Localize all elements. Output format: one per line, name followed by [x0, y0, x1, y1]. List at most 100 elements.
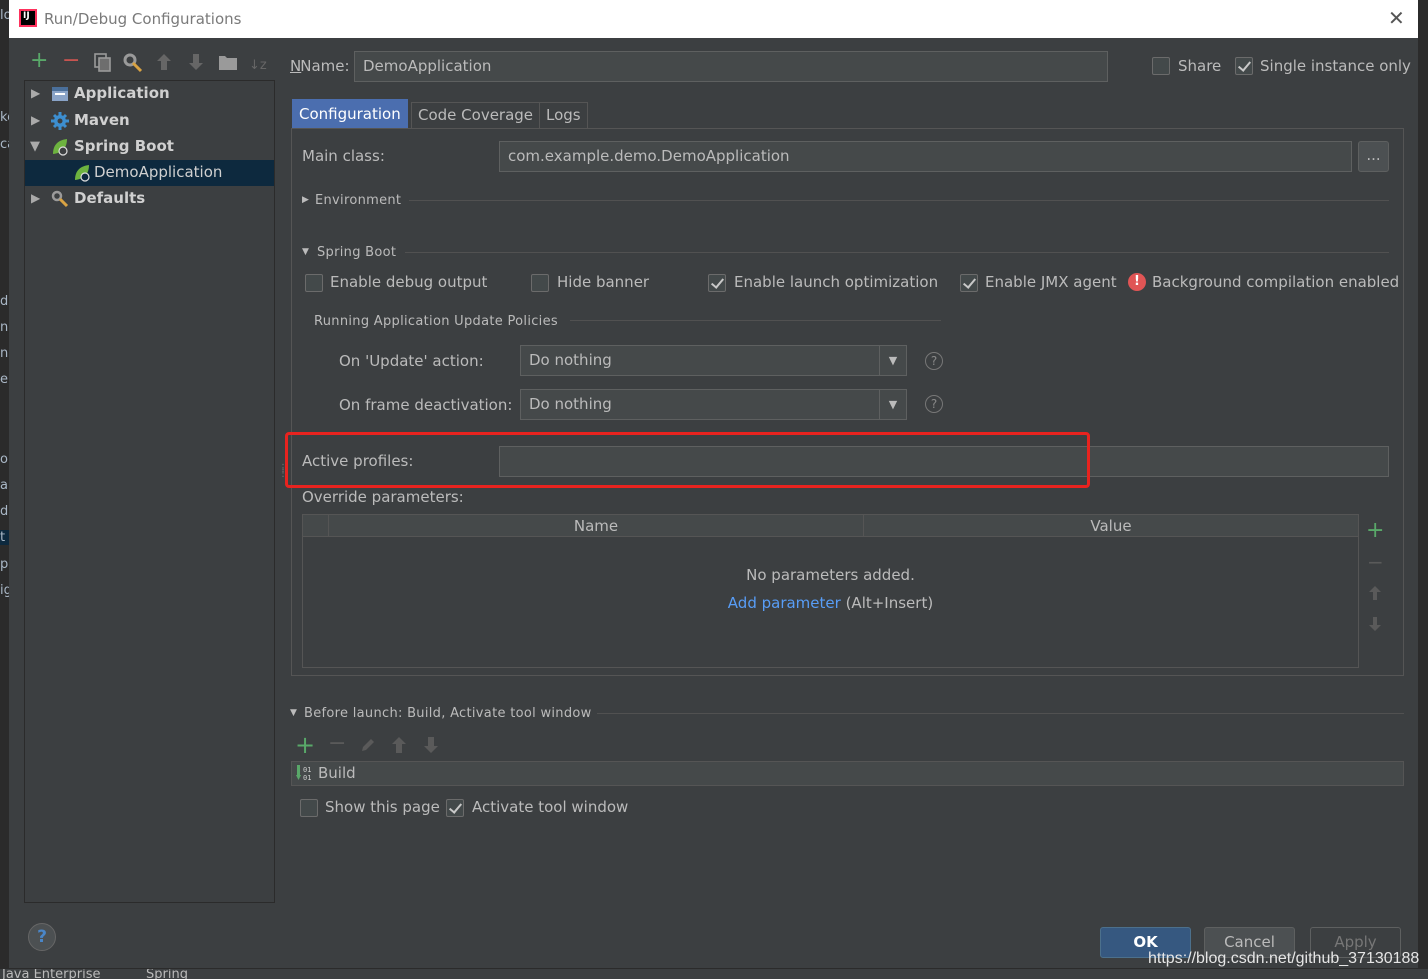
before-launch-list: 01 01 Build	[291, 761, 1404, 786]
svg-text:01: 01	[303, 766, 311, 774]
bg-text-fragment: di	[0, 504, 9, 519]
share-label: Share	[1178, 57, 1222, 75]
update-action-value: Do nothing	[529, 351, 612, 369]
main-class-label: Main class:	[302, 147, 385, 165]
share-checkbox[interactable]	[1152, 57, 1170, 75]
activate-tool-window-checkbox[interactable]	[446, 799, 464, 817]
sort-icon[interactable]: ↓z	[249, 56, 267, 76]
remove-icon[interactable]: −	[328, 731, 346, 756]
show-this-page-checkbox[interactable]	[300, 799, 318, 817]
move-down-icon[interactable]	[188, 53, 204, 76]
copy-icon[interactable]	[94, 53, 112, 78]
tree-item-label: Application	[74, 84, 170, 102]
folder-icon[interactable]	[218, 53, 238, 76]
expand-arrow-icon[interactable]: ▶	[31, 113, 40, 127]
collapse-arrow-icon[interactable]: ▼	[290, 708, 297, 718]
spring-boot-section-label[interactable]: Spring Boot	[317, 245, 396, 260]
tree-item-defaults[interactable]: ▶ Defaults	[25, 186, 274, 212]
separator	[409, 200, 1389, 201]
bg-text-fragment: ca	[0, 137, 9, 152]
chevron-down-icon[interactable]: ▼	[879, 346, 906, 375]
activate-tool-window-label: Activate tool window	[472, 798, 629, 816]
tab-logs[interactable]: Logs	[539, 102, 588, 128]
taskbar-item[interactable]: Spring	[146, 969, 188, 979]
close-icon[interactable]: ✕	[1388, 6, 1405, 30]
add-icon[interactable]: +	[30, 50, 48, 72]
ide-bottom-bar: Java Enterprise Spring	[0, 968, 1428, 979]
enable-launch-optimization-label: Enable launch optimization	[734, 273, 939, 291]
hide-banner-checkbox[interactable]	[531, 274, 549, 292]
override-parameters-table: Name Value No parameters added. Add para…	[302, 514, 1359, 668]
update-policies-section-label: Running Application Update Policies	[314, 314, 558, 329]
add-icon[interactable]: +	[1366, 518, 1384, 543]
name-input[interactable]: DemoApplication	[354, 51, 1108, 82]
bg-text-fragment: n	[0, 320, 9, 335]
tab-configuration[interactable]: Configuration	[292, 99, 408, 128]
help-button[interactable]: ?	[28, 923, 56, 951]
tree-item-spring-boot[interactable]: ▼ Spring Boot	[25, 134, 274, 160]
enable-debug-output-label: Enable debug output	[330, 273, 488, 291]
expand-arrow-icon[interactable]: ▶	[31, 86, 40, 100]
frame-deactivation-dropdown[interactable]: Do nothing ▼	[520, 389, 907, 420]
expand-arrow-icon[interactable]: ▶	[302, 195, 309, 205]
bg-text-fragment: op	[0, 452, 9, 467]
tree-item-label: DemoApplication	[94, 163, 223, 181]
enable-debug-output-checkbox[interactable]	[305, 274, 323, 292]
update-action-dropdown[interactable]: Do nothing ▼	[520, 345, 907, 376]
enable-jmx-agent-checkbox[interactable]	[960, 274, 978, 292]
tree-item-demoapplication[interactable]: DemoApplication	[25, 160, 274, 186]
name-label-text: Name:	[300, 57, 350, 75]
tree-item-label: Spring Boot	[74, 137, 174, 155]
move-up-icon[interactable]	[1368, 585, 1382, 605]
list-item-build[interactable]: Build	[318, 764, 356, 782]
tree-item-maven[interactable]: ▶ Maven	[25, 108, 274, 134]
tree-item-label: Maven	[74, 111, 130, 129]
move-up-icon[interactable]	[156, 53, 172, 76]
collapse-arrow-icon[interactable]: ▼	[302, 247, 309, 257]
bg-text-fragment: t	[0, 530, 9, 545]
application-icon	[51, 85, 69, 103]
remove-icon[interactable]: −	[1367, 550, 1384, 574]
remove-icon[interactable]: −	[62, 50, 80, 72]
defaults-wrench-icon	[51, 190, 69, 208]
error-icon: !	[1128, 273, 1146, 291]
main-class-input[interactable]: com.example.demo.DemoApplication	[499, 141, 1352, 172]
add-icon[interactable]: +	[295, 731, 315, 759]
before-launch-section-label[interactable]: Before launch: Build, Activate tool wind…	[304, 706, 592, 721]
bg-text-fragment: n	[0, 346, 9, 361]
tab-code-coverage[interactable]: Code Coverage	[411, 102, 541, 128]
help-icon[interactable]: ?	[925, 352, 943, 370]
enable-jmx-agent-label: Enable JMX agent	[985, 273, 1117, 291]
column-header-name[interactable]: Name	[329, 517, 863, 535]
move-down-icon[interactable]	[1368, 616, 1382, 636]
bg-text-fragment: e	[0, 372, 8, 387]
taskbar-item[interactable]: Java Enterprise	[2, 969, 100, 979]
add-parameter-hint: Add parameter (Alt+Insert)	[303, 594, 1358, 612]
separator	[405, 252, 1389, 253]
help-icon[interactable]: ?	[925, 395, 943, 413]
name-label: NName:	[290, 57, 350, 75]
override-parameters-label: Override parameters:	[302, 488, 464, 506]
column-header-value[interactable]: Value	[864, 517, 1358, 535]
tree-item-application[interactable]: ▶ Application	[25, 81, 274, 107]
single-instance-checkbox[interactable]	[1235, 57, 1253, 75]
move-up-icon[interactable]	[391, 736, 407, 758]
frame-deactivation-value: Do nothing	[529, 395, 612, 413]
chevron-down-icon[interactable]: ▼	[879, 390, 906, 419]
collapse-arrow-icon[interactable]: ▼	[30, 139, 40, 154]
browse-main-class-button[interactable]: ...	[1358, 141, 1389, 172]
update-action-label: On 'Update' action:	[339, 352, 484, 370]
configuration-tree: ▶ Application ▶ Maven ▼ Spring Boot Demo…	[24, 80, 275, 903]
environment-section-label[interactable]: Environment	[315, 193, 401, 208]
separator	[597, 713, 1404, 714]
spring-app-icon	[73, 164, 91, 182]
expand-arrow-icon[interactable]: ▶	[31, 191, 40, 205]
move-down-icon[interactable]	[423, 736, 439, 758]
highlight-annotation-box	[285, 432, 1090, 488]
enable-launch-optimization-checkbox[interactable]	[708, 274, 726, 292]
bg-text-fragment: a	[0, 478, 8, 493]
add-parameter-link[interactable]: Add parameter	[728, 594, 841, 612]
wrench-icon[interactable]	[123, 53, 143, 78]
background-compilation-label: Background compilation enabled	[1152, 273, 1400, 291]
edit-pencil-icon[interactable]	[360, 737, 376, 757]
